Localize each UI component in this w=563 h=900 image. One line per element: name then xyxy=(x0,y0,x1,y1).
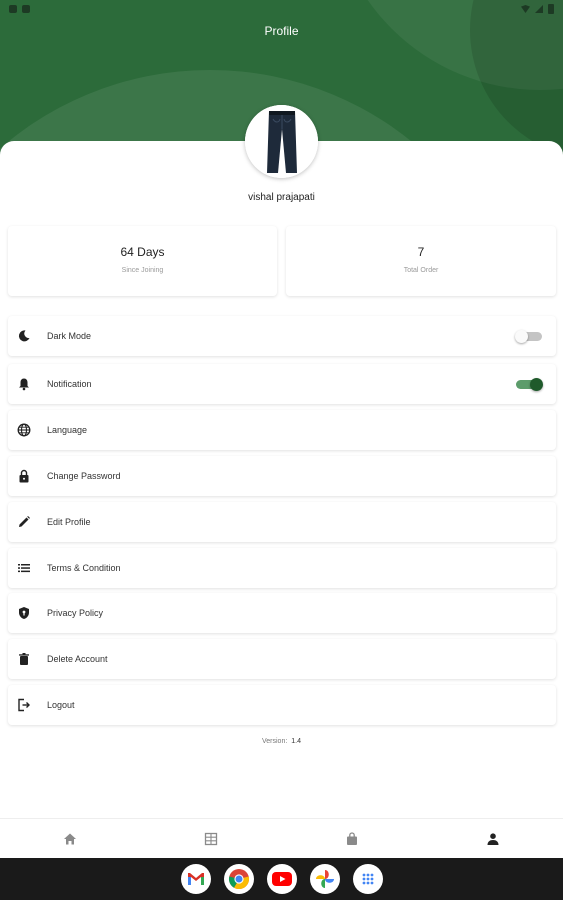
lock-icon xyxy=(17,469,31,483)
menu-item-terms[interactable]: Terms & Condition xyxy=(8,548,556,588)
menu-item-label: Notification xyxy=(47,379,92,389)
page-title: Profile xyxy=(264,24,299,38)
dark-mode-toggle[interactable] xyxy=(515,330,542,343)
menu-item-notification[interactable]: Notification xyxy=(8,364,556,404)
bottom-navigation xyxy=(0,818,563,858)
pencil-icon xyxy=(17,515,31,529)
menu-item-dark-mode[interactable]: Dark Mode xyxy=(8,316,556,356)
grid-icon xyxy=(204,832,218,845)
chrome-icon[interactable] xyxy=(223,864,254,894)
nav-home[interactable] xyxy=(0,819,141,858)
globe-icon xyxy=(17,423,31,437)
avatar[interactable] xyxy=(245,105,318,178)
status-bar xyxy=(0,0,563,18)
menu-item-label: Change Password xyxy=(47,471,121,481)
wifi-icon xyxy=(521,5,530,13)
clipboard-status-icon xyxy=(22,5,30,13)
bell-icon xyxy=(17,377,31,391)
stat-value: 7 xyxy=(417,245,425,259)
profile-name: vishal prajapati xyxy=(248,192,315,203)
menu-item-logout[interactable]: Logout xyxy=(8,685,556,725)
stat-value: 64 Days xyxy=(120,245,165,259)
shield-icon xyxy=(17,606,31,620)
nav-categories[interactable] xyxy=(141,819,282,858)
moon-icon xyxy=(17,329,31,343)
home-icon xyxy=(64,833,77,844)
photos-icon[interactable] xyxy=(309,864,340,894)
menu-item-privacy-policy[interactable]: Privacy Policy xyxy=(8,593,556,633)
jeans-product-icon xyxy=(245,105,318,178)
menu-item-label: Privacy Policy xyxy=(47,608,104,618)
stat-label: Total Order xyxy=(403,267,439,274)
menu-item-label: Logout xyxy=(47,700,75,710)
menu-item-label: Language xyxy=(47,425,88,435)
stat-total-order: 7 Total Order xyxy=(286,226,556,296)
menu-item-language[interactable]: Language xyxy=(8,410,556,450)
app-drawer-icon[interactable] xyxy=(352,864,383,894)
list-icon xyxy=(17,561,31,575)
menu-item-label: Terms & Condition xyxy=(47,563,121,573)
logout-icon xyxy=(17,698,31,712)
youtube-icon[interactable] xyxy=(266,864,297,894)
bag-icon xyxy=(346,831,357,845)
menu-item-edit-profile[interactable]: Edit Profile xyxy=(8,502,556,542)
settings-status-icon xyxy=(9,5,17,13)
trash-icon xyxy=(17,652,31,666)
version-number: 1.4 xyxy=(291,738,302,745)
nav-profile[interactable] xyxy=(422,819,563,858)
system-dock xyxy=(0,858,563,900)
menu-item-change-password[interactable]: Change Password xyxy=(8,456,556,496)
version-info: Version: 1.4 xyxy=(0,738,563,745)
menu-item-delete-account[interactable]: Delete Account xyxy=(8,639,556,679)
menu-item-label: Edit Profile xyxy=(47,517,91,527)
nav-orders[interactable] xyxy=(282,819,423,858)
stat-label: Since Joining xyxy=(121,267,164,274)
menu-item-label: Delete Account xyxy=(47,654,108,664)
signal-icon xyxy=(535,5,543,13)
stat-since-joining: 64 Days Since Joining xyxy=(8,226,277,296)
battery-icon xyxy=(548,4,554,14)
menu-item-label: Dark Mode xyxy=(47,331,92,341)
person-icon xyxy=(487,832,499,845)
version-label: Version: xyxy=(261,738,288,745)
notification-toggle[interactable] xyxy=(516,378,543,391)
gmail-icon[interactable] xyxy=(180,864,211,894)
